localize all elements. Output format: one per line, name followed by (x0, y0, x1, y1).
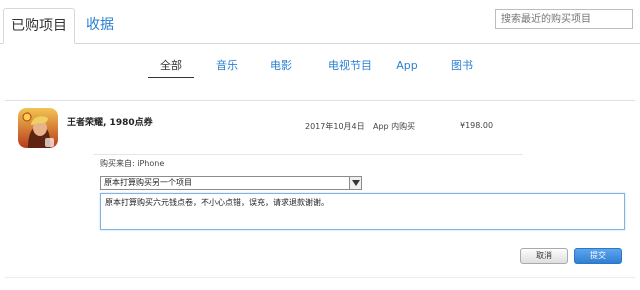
purchase-type: App 内购买 (373, 122, 416, 131)
tab-purchased[interactable]: 已购项目 (3, 8, 75, 44)
category-tab-app[interactable]: App (389, 56, 425, 78)
bottom-divider (5, 277, 635, 278)
refund-reason-value: 原本打算购买另一个项目 (104, 178, 192, 187)
category-tabs: 全部 音乐 电影 电视节目 App 图书 (148, 56, 498, 78)
chevron-down-icon[interactable] (349, 177, 361, 189)
category-tab-all[interactable]: 全部 (148, 56, 194, 78)
section-divider (93, 154, 523, 155)
cancel-button[interactable]: 取消 (520, 248, 568, 264)
purchase-source-label: 购买来自: iPhone (100, 159, 165, 168)
refund-reason-textarea[interactable]: 原本打算购买六元钱点卷，不小心点错，误充，请求退款谢谢。 (100, 193, 625, 230)
purchase-date: 2017年10月4日 (305, 122, 365, 131)
tab-receipts[interactable]: 收据 (78, 8, 122, 44)
category-tab-music[interactable]: 音乐 (203, 56, 251, 78)
search-input[interactable] (495, 9, 633, 29)
item-title: 王者荣耀, 1980点券 (67, 118, 153, 128)
refund-page: 已购项目 收据 全部 音乐 电影 电视节目 App 图书 (0, 0, 640, 290)
category-tab-tv[interactable]: 电视节目 (317, 56, 383, 78)
category-tab-movies[interactable]: 电影 (257, 56, 305, 78)
game-hero-app-icon (18, 108, 58, 148)
submit-button[interactable]: 提交 (574, 248, 622, 264)
purchase-price: ¥198.00 (460, 121, 494, 130)
category-tab-books[interactable]: 图书 (444, 56, 480, 78)
refund-reason-select[interactable]: 原本打算购买另一个项目 (100, 176, 362, 190)
top-tab-bar: 已购项目 收据 (0, 0, 640, 44)
purchase-item: 王者荣耀, 1980点券 2017年10月4日 App 内购买 ¥198.00 … (5, 100, 635, 278)
